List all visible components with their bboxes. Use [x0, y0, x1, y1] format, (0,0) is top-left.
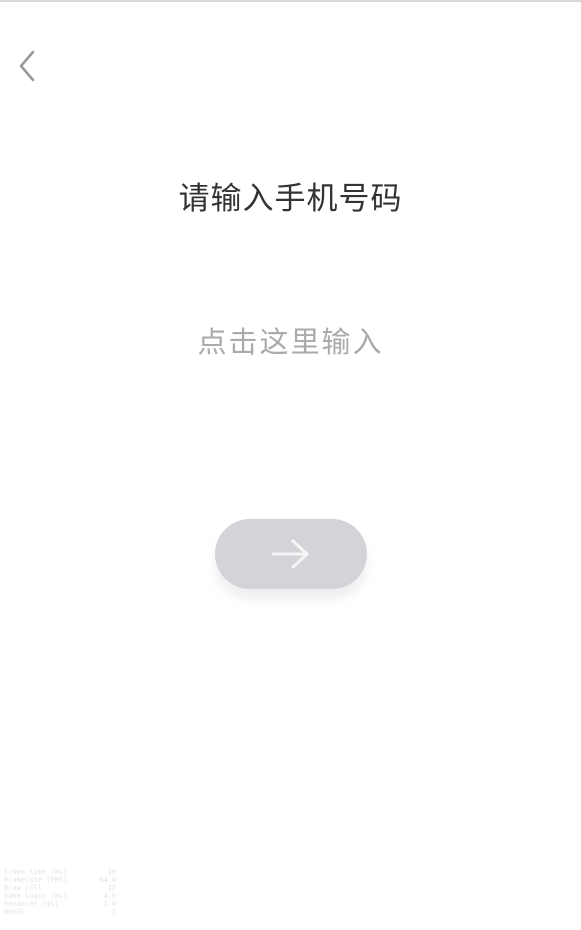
debug-label: Framerate (FPS)	[4, 876, 68, 884]
debug-value: 64.0	[99, 876, 116, 884]
debug-stats-overlay: Frame time (ms) 10 Framerate (FPS) 64.0 …	[4, 868, 116, 916]
debug-label: Frame time (ms)	[4, 868, 68, 876]
debug-label: Renderer (ms)	[4, 900, 59, 908]
debug-value: 4.0	[103, 892, 116, 900]
debug-value: 1.0	[103, 900, 116, 908]
next-button[interactable]	[215, 519, 367, 589]
chevron-left-icon	[19, 50, 35, 82]
debug-value: 1	[111, 908, 116, 916]
debug-value: 10	[107, 868, 116, 876]
top-border	[0, 0, 581, 2]
debug-label: Game Logic (ms)	[4, 892, 68, 900]
debug-row: Frame time (ms) 10	[4, 868, 116, 876]
back-button[interactable]	[10, 44, 46, 88]
debug-row: Renderer (ms) 1.0	[4, 900, 116, 908]
debug-row: Framerate (FPS) 64.0	[4, 876, 116, 884]
page-title: 请输入手机号码	[178, 181, 403, 217]
debug-row: Draw call 12	[4, 884, 116, 892]
debug-row: Game Logic (ms) 4.0	[4, 892, 116, 900]
debug-row: WebGL 1	[4, 908, 116, 916]
phone-number-input[interactable]	[140, 318, 441, 366]
arrow-right-icon	[271, 539, 309, 569]
debug-value: 12	[107, 884, 116, 892]
debug-label: Draw call	[4, 884, 42, 892]
debug-label: WebGL	[4, 908, 26, 916]
